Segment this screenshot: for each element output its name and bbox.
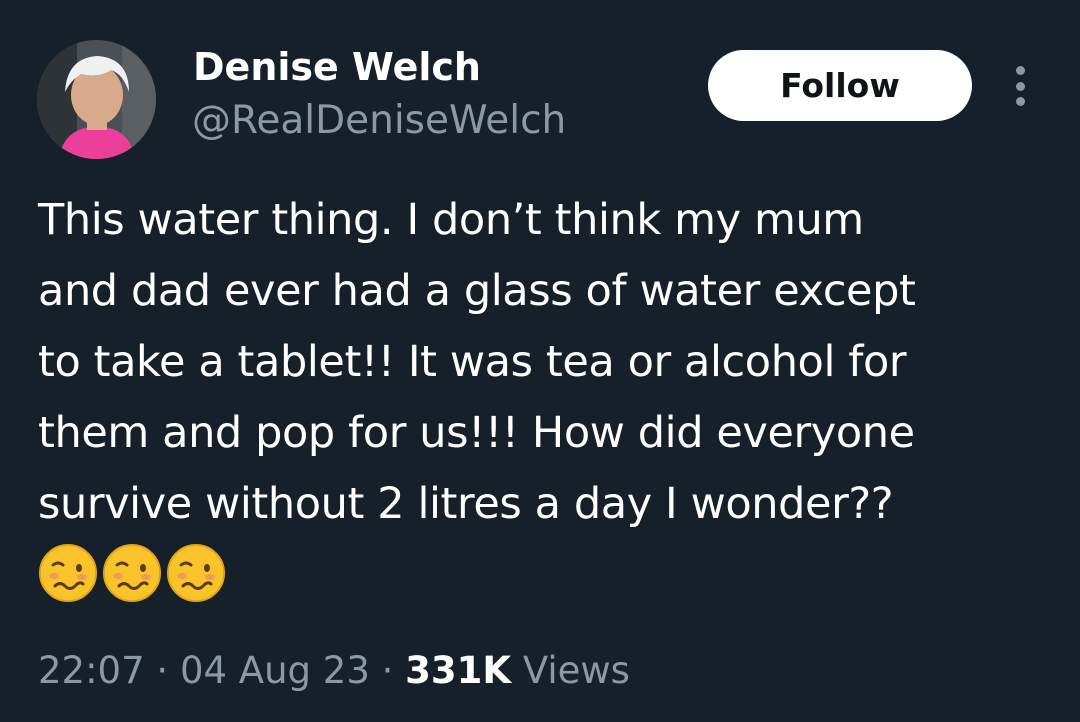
emoji-row [38, 543, 226, 603]
woozy-face-icon [39, 544, 97, 602]
meta-separator: · [156, 649, 169, 692]
author-display-name[interactable]: Denise Welch [193, 42, 481, 92]
tweet-time[interactable]: 22:07 [38, 649, 145, 692]
more-options-icon[interactable] [1003, 62, 1037, 110]
avatar-image [37, 40, 156, 159]
tweet-date[interactable]: 04 Aug 23 [180, 649, 370, 692]
meta-separator: · [381, 649, 394, 692]
tweet-text-line: and dad ever had a glass of water except [38, 266, 916, 316]
woozy-face-icon [103, 544, 161, 602]
more-dot [1015, 66, 1025, 75]
more-dot [1015, 97, 1025, 106]
tweet-text: This water thing. I don’t think my mum a… [38, 185, 1058, 540]
follow-button[interactable]: Follow [708, 50, 972, 121]
woozy-face-icon [167, 544, 225, 602]
author-avatar[interactable] [37, 40, 156, 159]
tweet-meta: 22:07 · 04 Aug 23 · 331K Views [38, 643, 630, 699]
tweet-text-line: to take a tablet!! It was tea or alcohol… [38, 337, 907, 387]
more-dot [1015, 81, 1025, 91]
tweet-text-line: survive without 2 litres a day I wonder?… [38, 479, 894, 529]
tweet-text-line: This water thing. I don’t think my mum [38, 195, 864, 245]
tweet-text-line: them and pop for us!!! How did everyone [38, 408, 915, 458]
views-label[interactable]: Views [523, 649, 630, 692]
views-count[interactable]: 331K [405, 649, 511, 692]
author-handle[interactable]: @RealDeniseWelch [192, 96, 566, 146]
